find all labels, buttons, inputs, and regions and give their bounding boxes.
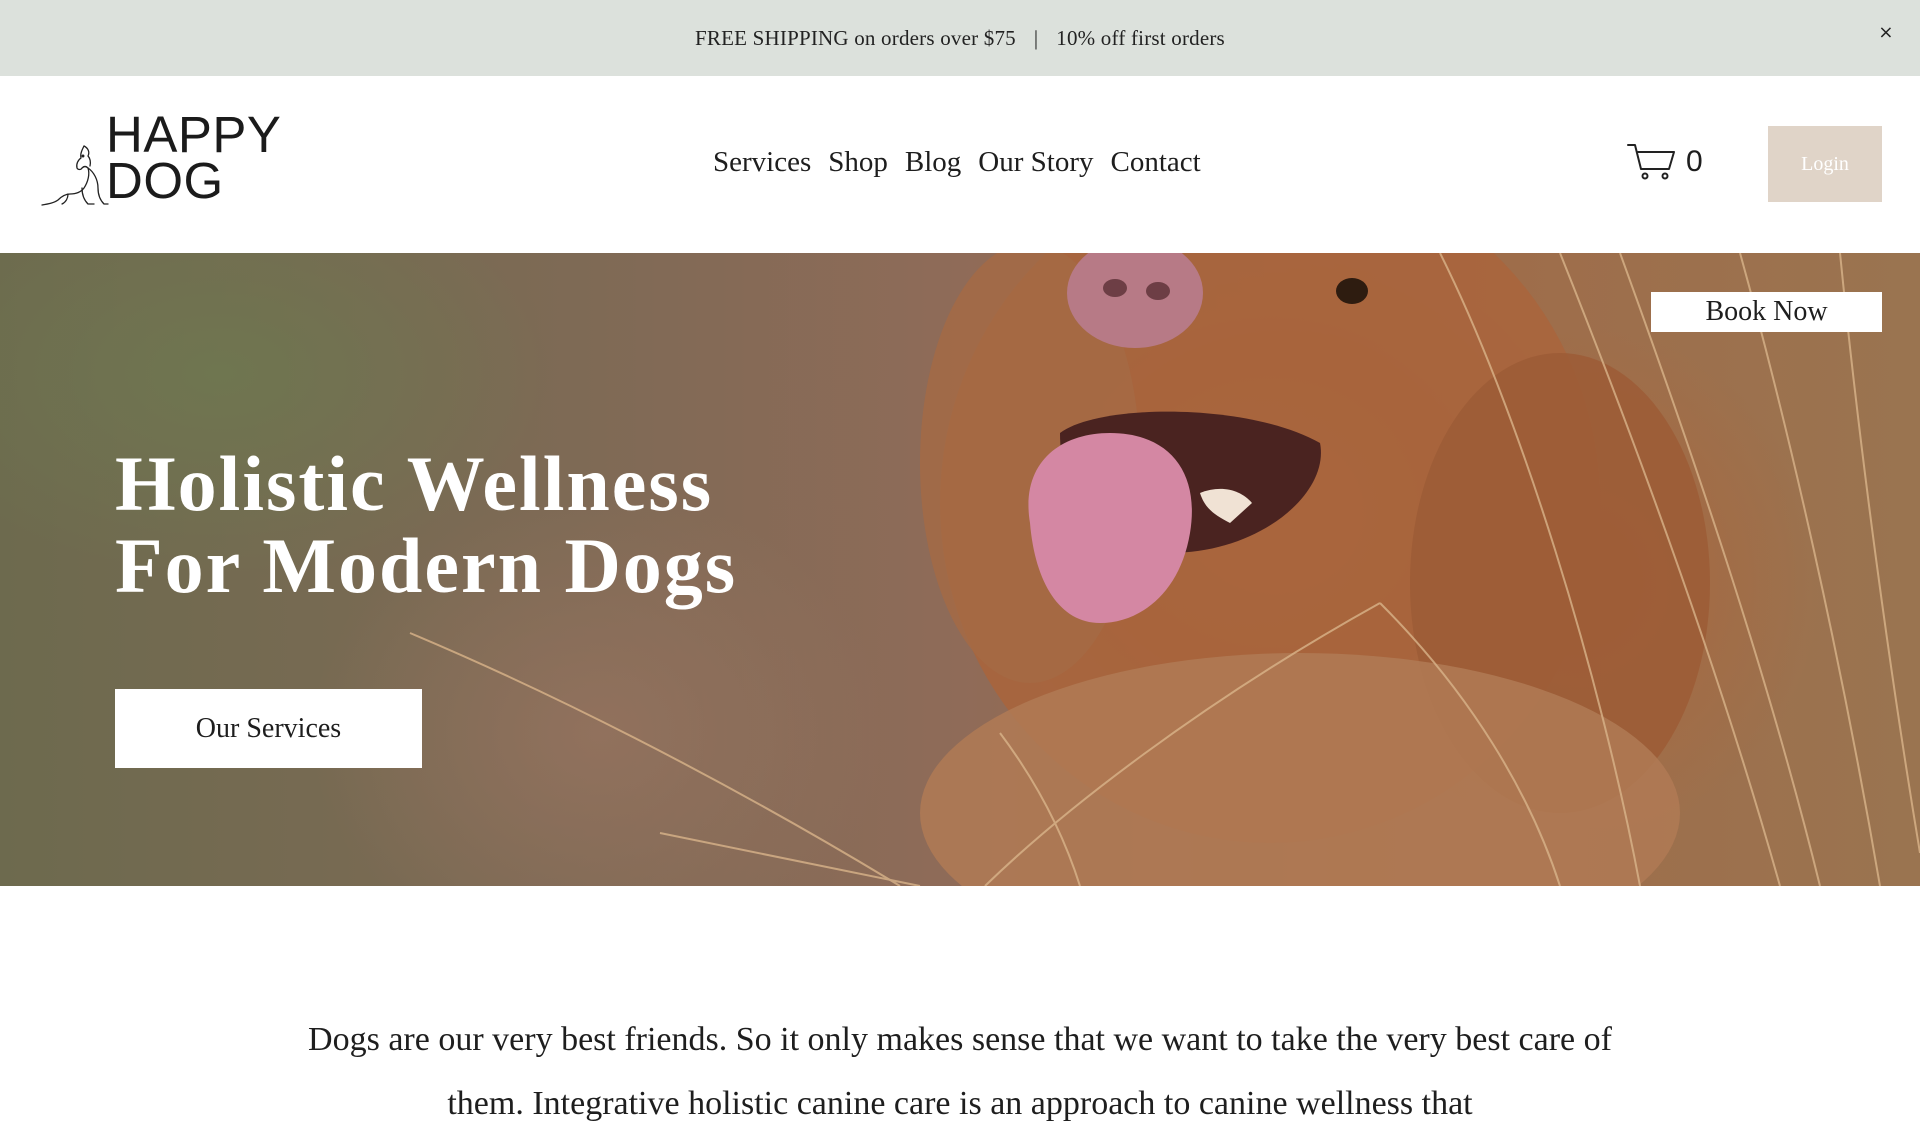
nav-services[interactable]: Services bbox=[713, 146, 811, 179]
hero-title-line2: For Modern Dogs bbox=[115, 522, 738, 609]
nav-our-story[interactable]: Our Story bbox=[978, 146, 1093, 179]
cart-count: 0 bbox=[1686, 145, 1703, 178]
main-nav: Services Shop Blog Our Story Contact bbox=[713, 146, 1201, 179]
our-services-button[interactable]: Our Services bbox=[115, 689, 422, 768]
announcement-bar: FREE SHIPPING on orders over $75 | 10% o… bbox=[0, 0, 1920, 76]
dog-logo-icon bbox=[41, 145, 109, 206]
announcement-separator: | bbox=[1033, 25, 1039, 50]
logo-line-dog: DOG bbox=[106, 152, 224, 209]
close-icon[interactable]: × bbox=[1874, 20, 1898, 44]
nav-contact[interactable]: Contact bbox=[1111, 146, 1201, 179]
announcement-shipping: FREE SHIPPING on orders over $75 bbox=[695, 25, 1016, 50]
nav-blog[interactable]: Blog bbox=[905, 146, 961, 179]
intro-paragraph: Dogs are our very best friends. So it on… bbox=[308, 1021, 1612, 1121]
hero-title-line1: Holistic Wellness bbox=[115, 440, 714, 527]
site-header: HAPPY DOG Services Shop Blog Our Story C… bbox=[0, 76, 1920, 253]
nav-shop[interactable]: Shop bbox=[828, 146, 888, 179]
hero-title: Holistic Wellness For Modern Dogs bbox=[115, 443, 737, 607]
hero-banner: Holistic Wellness For Modern Dogs Our Se… bbox=[0, 253, 1920, 886]
cart-icon bbox=[1627, 144, 1675, 180]
book-now-button[interactable]: Book Now bbox=[1651, 292, 1882, 332]
announcement-discount: 10% off first orders bbox=[1056, 25, 1225, 50]
logo-wordmark: HAPPY DOG bbox=[106, 109, 281, 209]
cart-button[interactable]: 0 bbox=[1626, 142, 1703, 182]
login-button[interactable]: Login bbox=[1768, 126, 1882, 202]
site-logo[interactable]: HAPPY DOG bbox=[38, 109, 288, 212]
